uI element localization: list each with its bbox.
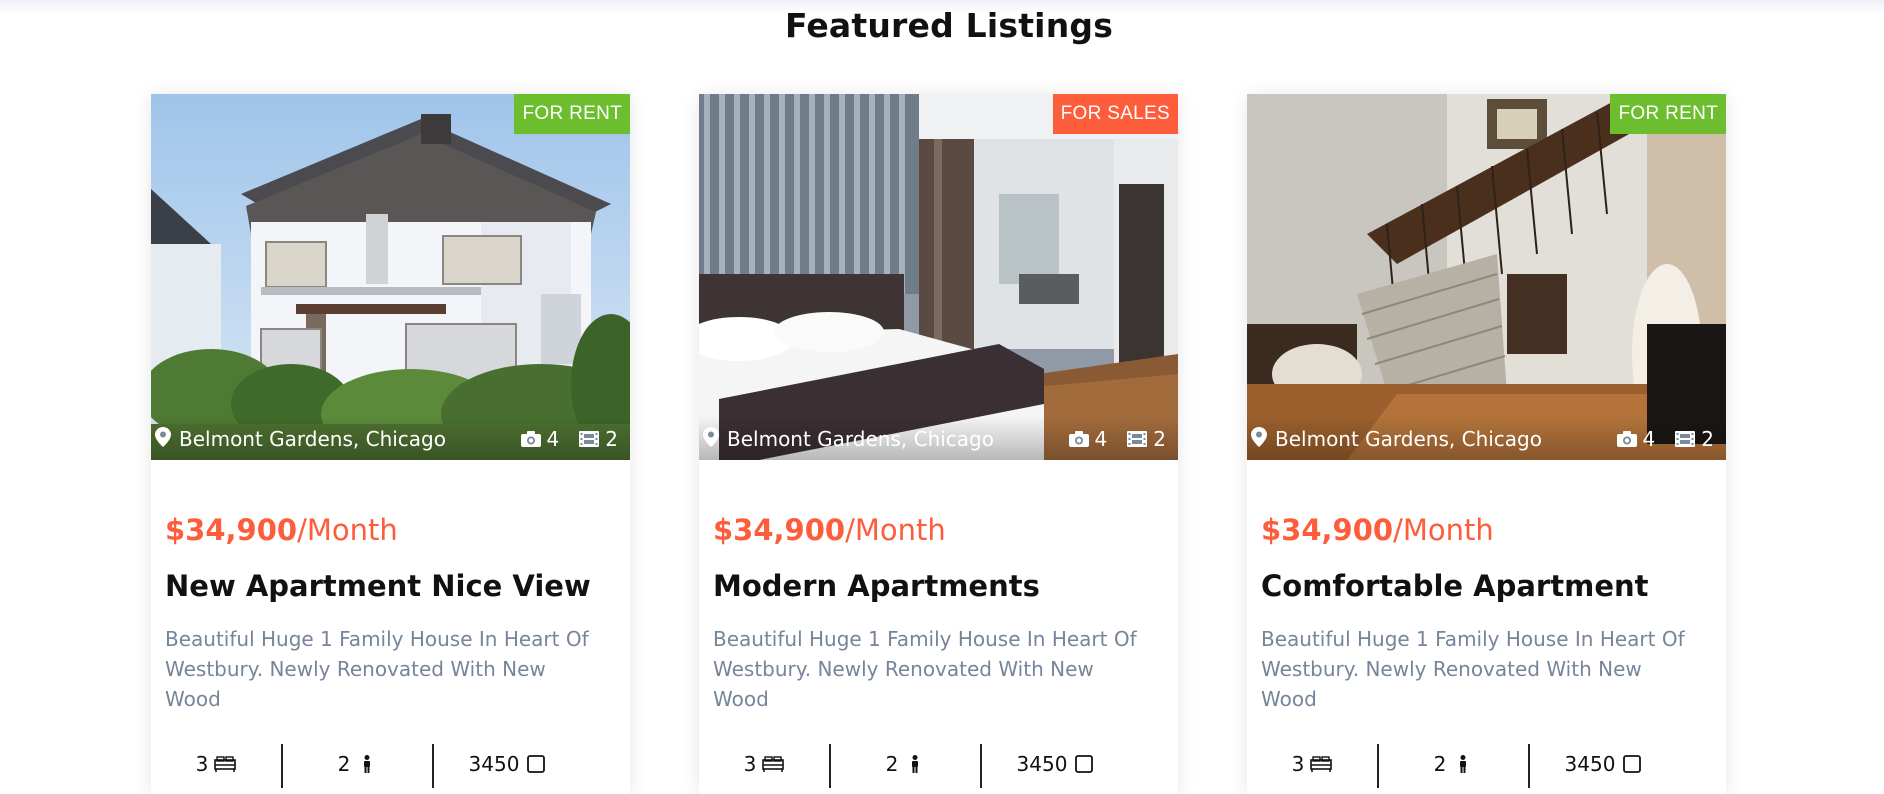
feature-area: 3450 bbox=[433, 744, 583, 784]
film-icon bbox=[1127, 431, 1148, 447]
listing-description: Beautiful Huge 1 Family House In Heart O… bbox=[165, 627, 589, 711]
section-title: Featured Listings bbox=[784, 6, 1114, 45]
feature-beds: 3 bbox=[699, 744, 829, 784]
beds-count: 3 bbox=[195, 752, 209, 776]
camera-icon bbox=[1616, 431, 1637, 447]
listing-location[interactable]: Belmont Gardens, Chicago bbox=[179, 422, 446, 456]
video-count: 2 bbox=[1153, 427, 1166, 451]
film-icon bbox=[1675, 431, 1696, 447]
beds-count: 3 bbox=[743, 752, 757, 776]
camera-icon bbox=[1068, 431, 1089, 447]
bed-icon bbox=[1310, 756, 1333, 772]
listing-features: 3 2 3450 bbox=[699, 744, 1178, 794]
listing-features: 3 2 3450 bbox=[151, 744, 630, 794]
staircase-interior-image bbox=[1247, 94, 1726, 460]
listing-title[interactable]: Comfortable Apartment bbox=[1261, 568, 1649, 604]
person-icon bbox=[912, 755, 919, 773]
price-period: /Month bbox=[1393, 513, 1494, 547]
price-amount: $34,900 bbox=[713, 513, 846, 547]
media-counts: 4 2 bbox=[1068, 422, 1166, 456]
square-icon bbox=[1623, 755, 1642, 773]
price-amount: $34,900 bbox=[165, 513, 298, 547]
baths-count: 2 bbox=[1433, 752, 1447, 776]
feature-beds: 3 bbox=[151, 744, 281, 784]
photo-count: 4 bbox=[546, 427, 560, 451]
listing-description: Beautiful Huge 1 Family House In Heart O… bbox=[1261, 627, 1685, 711]
feature-area: 3450 bbox=[981, 744, 1131, 784]
area-value: 3450 bbox=[468, 752, 520, 776]
feature-baths: 2 bbox=[831, 744, 981, 784]
listing-photo[interactable]: FOR RENT Belmont Gardens, Chicago 4 2 bbox=[151, 94, 630, 460]
listing-description: Beautiful Huge 1 Family House In Heart O… bbox=[713, 627, 1137, 711]
listing-photo[interactable]: FOR RENT Belmont Gardens, Chicago 4 2 bbox=[1247, 94, 1726, 460]
listing-status-tag: FOR RENT bbox=[1610, 94, 1726, 134]
person-icon bbox=[364, 755, 371, 773]
area-value: 3450 bbox=[1564, 752, 1616, 776]
photo-count: 4 bbox=[1642, 427, 1656, 451]
square-icon bbox=[1075, 755, 1094, 773]
price-period: /Month bbox=[845, 513, 946, 547]
listing-price: $34,900/Month bbox=[1261, 512, 1494, 548]
video-count: 2 bbox=[605, 427, 618, 451]
listing-card[interactable]: FOR RENT Belmont Gardens, Chicago 4 2 $3… bbox=[1247, 94, 1726, 794]
listing-card[interactable]: FOR RENT Belmont Gardens, Chicago 4 2 $3… bbox=[151, 94, 630, 794]
listing-price: $34,900/Month bbox=[713, 512, 946, 548]
beds-count: 3 bbox=[1291, 752, 1305, 776]
listing-price: $34,900/Month bbox=[165, 512, 398, 548]
map-pin-icon bbox=[1251, 427, 1267, 447]
square-icon bbox=[527, 755, 546, 773]
listing-title[interactable]: New Apartment Nice View bbox=[165, 568, 591, 604]
photo-count: 4 bbox=[1094, 427, 1108, 451]
baths-count: 2 bbox=[337, 752, 351, 776]
media-counts: 4 2 bbox=[520, 422, 618, 456]
listing-card[interactable]: FOR SALES Belmont Gardens, Chicago 4 2 $… bbox=[699, 94, 1178, 794]
listing-photo[interactable]: FOR SALES Belmont Gardens, Chicago 4 2 bbox=[699, 94, 1178, 460]
feature-beds: 3 bbox=[1247, 744, 1377, 784]
listing-location[interactable]: Belmont Gardens, Chicago bbox=[727, 422, 994, 456]
film-icon bbox=[579, 431, 600, 447]
baths-count: 2 bbox=[885, 752, 899, 776]
house-exterior-image bbox=[151, 94, 630, 460]
bedroom-interior-image bbox=[699, 94, 1178, 460]
listing-title[interactable]: Modern Apartments bbox=[713, 568, 1040, 604]
video-count: 2 bbox=[1701, 427, 1714, 451]
price-period: /Month bbox=[297, 513, 398, 547]
camera-icon bbox=[520, 431, 541, 447]
listing-status-tag: FOR RENT bbox=[514, 94, 630, 134]
bed-icon bbox=[762, 756, 785, 772]
map-pin-icon bbox=[703, 427, 719, 447]
feature-baths: 2 bbox=[1379, 744, 1529, 784]
feature-baths: 2 bbox=[283, 744, 433, 784]
bed-icon bbox=[214, 756, 237, 772]
price-amount: $34,900 bbox=[1261, 513, 1394, 547]
map-pin-icon bbox=[155, 427, 171, 447]
person-icon bbox=[1460, 755, 1467, 773]
listing-features: 3 2 3450 bbox=[1247, 744, 1726, 794]
listing-location[interactable]: Belmont Gardens, Chicago bbox=[1275, 422, 1542, 456]
media-counts: 4 2 bbox=[1616, 422, 1714, 456]
area-value: 3450 bbox=[1016, 752, 1068, 776]
feature-area: 3450 bbox=[1529, 744, 1679, 784]
listing-status-tag: FOR SALES bbox=[1052, 94, 1178, 134]
